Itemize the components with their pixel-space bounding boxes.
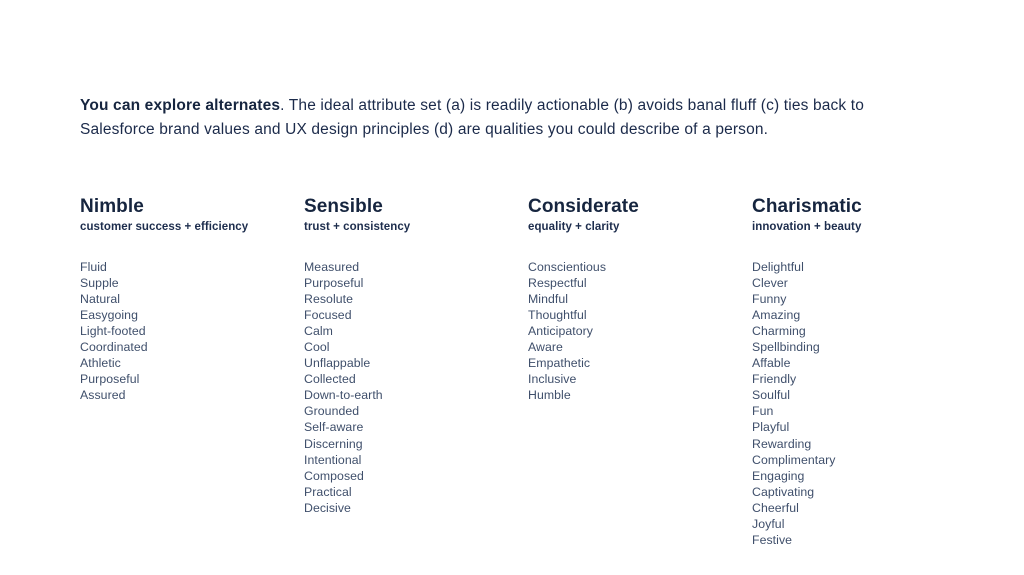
- attribute-list-item: Focused: [304, 308, 352, 323]
- attribute-list-item: Humble: [528, 388, 571, 403]
- attribute-list-item: Easygoing: [80, 308, 138, 323]
- attribute-list-item: Light-footed: [80, 324, 146, 339]
- attribute-list-item: Delightful: [752, 260, 804, 274]
- attribute-column: Charismatic innovation + beauty Delightful…: [752, 196, 976, 548]
- attribute-list-item: Playful: [752, 420, 790, 435]
- attribute-list-item: Resolute: [304, 292, 354, 307]
- attribute-list-item: Coordinated: [80, 340, 148, 355]
- attribute-list-item: Spellbinding: [752, 340, 820, 355]
- attribute-list-item: Inclusive: [528, 372, 577, 387]
- column-title: Nimble: [80, 196, 144, 217]
- attribute-list-item: Friendly: [752, 372, 797, 387]
- attribute-list-item: Measured: [304, 260, 360, 274]
- intro-lead-phrase: You can explore alternates: [80, 96, 281, 114]
- attribute-list-item: Natural: [80, 292, 121, 307]
- attribute-list-item: Purposeful: [304, 276, 364, 291]
- attribute-list-item: Purposeful: [80, 372, 140, 387]
- attribute-list-item: Funny: [752, 292, 787, 307]
- column-title: Considerate: [528, 196, 639, 217]
- attribute-list-item: Aware: [528, 340, 563, 355]
- attribute-list-item: Discerning: [304, 436, 363, 451]
- column-subtitle: innovation + beauty: [752, 221, 862, 233]
- attribute-list-item: Collected: [304, 372, 356, 387]
- intro-paragraph: You can explore alternates. The ideal at…: [80, 94, 910, 142]
- attribute-list-item: Affable: [752, 356, 791, 371]
- attribute-list-item: Complimentary: [752, 452, 836, 467]
- attribute-list-item: Composed: [304, 468, 364, 483]
- column-subtitle: trust + consistency: [304, 221, 411, 233]
- attribute-list: Measured Purposeful Resolute Focused Calm Coo…: [304, 259, 528, 516]
- attribute-list-item: Intentional: [304, 452, 362, 467]
- attribute-list-item: Amazing: [752, 308, 801, 323]
- attribute-list-item: Athletic: [80, 356, 121, 371]
- attribute-list-item: Soulful: [752, 388, 791, 403]
- attribute-list-item: Fun: [752, 404, 774, 419]
- attribute-column: Sensible trust + consistency Measured Purpo…: [304, 196, 528, 516]
- attribute-list-item: Respectful: [528, 276, 587, 291]
- attribute-list-item: Calm: [304, 324, 333, 339]
- slide-canvas: You can explore alternates. The ideal at…: [0, 0, 1024, 575]
- column-title: Sensible: [304, 196, 383, 217]
- attribute-list: Delightful Clever Funny Amazing Charming Spel…: [752, 259, 976, 548]
- attribute-list-item: Thoughtful: [528, 308, 587, 323]
- attribute-list-item: Joyful: [752, 516, 785, 531]
- attribute-list: Fluid Supple Natural Easygoing Light-footed C…: [80, 259, 304, 403]
- attribute-list-item: Unflappable: [304, 356, 371, 371]
- attribute-list-item: Festive: [752, 532, 793, 547]
- attribute-list-item: Self-aware: [304, 420, 364, 435]
- attribute-list-item: Conscientious: [528, 260, 607, 274]
- attribute-list-item: Fluid: [80, 260, 107, 274]
- attribute-columns: Nimble customer success + efficiency Fluid…: [80, 196, 990, 548]
- attribute-list-item: Practical: [304, 484, 352, 499]
- attribute-list-item: Grounded: [304, 404, 360, 419]
- attribute-list-item: Cool: [304, 340, 330, 355]
- attribute-list-item: Decisive: [304, 500, 351, 515]
- attribute-list-item: Empathetic: [528, 356, 591, 371]
- attribute-list-item: Cheerful: [752, 500, 799, 515]
- attribute-list-item: Rewarding: [752, 436, 812, 451]
- attribute-list-item: Assured: [80, 388, 126, 403]
- attribute-list-item: Mindful: [528, 292, 569, 307]
- attribute-list-item: Charming: [752, 324, 806, 339]
- attribute-list-item: Engaging: [752, 468, 805, 483]
- attribute-list-item: Clever: [752, 276, 788, 291]
- attribute-list-item: Down-to-earth: [304, 388, 383, 403]
- attribute-list-item: Anticipatory: [528, 324, 593, 339]
- attribute-column: Considerate equality + clarity Conscientio…: [528, 196, 752, 403]
- attribute-list-item: Captivating: [752, 484, 815, 499]
- attribute-column: Nimble customer success + efficiency Fluid…: [80, 196, 304, 403]
- column-subtitle: equality + clarity: [528, 221, 620, 233]
- column-title: Charismatic: [752, 196, 862, 217]
- attribute-list-item: Supple: [80, 276, 119, 291]
- column-subtitle: customer success + efficiency: [80, 221, 249, 233]
- attribute-list: Conscientious Respectful Mindful Thoughtful…: [528, 259, 752, 403]
